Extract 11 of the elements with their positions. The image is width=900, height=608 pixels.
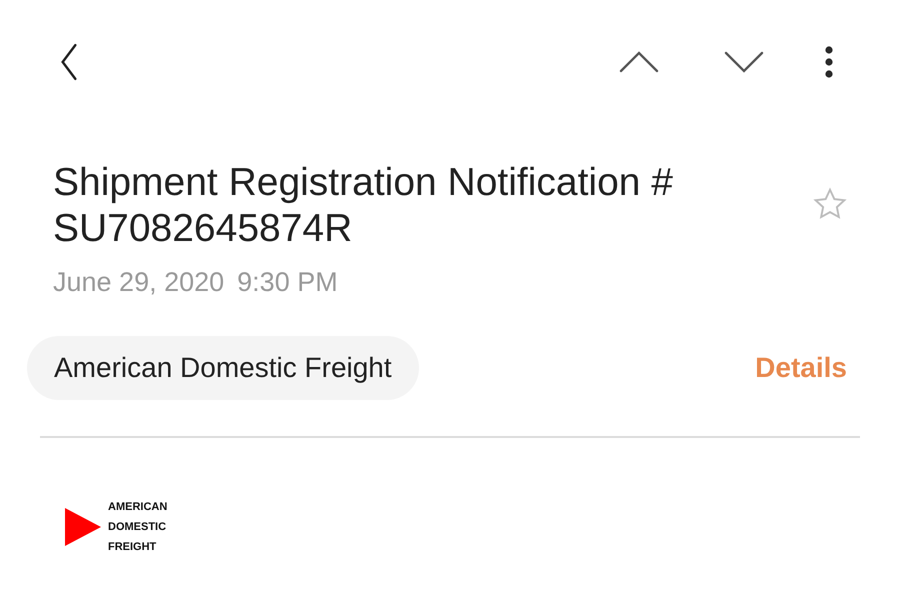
message-subject: Shipment Registration Notification # SU7082645874R (53, 160, 674, 252)
triangle-logo-icon (65, 508, 101, 546)
down-chevron-icon (724, 51, 764, 73)
sender-chip[interactable]: American Domestic Freight (27, 336, 419, 400)
up-chevron-icon (619, 51, 659, 73)
message-date: June 29, 2020 (53, 266, 224, 299)
more-options-icon (825, 46, 833, 78)
message-time: 9:30 PM (237, 266, 338, 299)
logo-text: AMERICAN (108, 500, 168, 515)
logo-text: FREIGHT (108, 540, 158, 555)
logo-text: DOMESTIC (108, 520, 168, 535)
